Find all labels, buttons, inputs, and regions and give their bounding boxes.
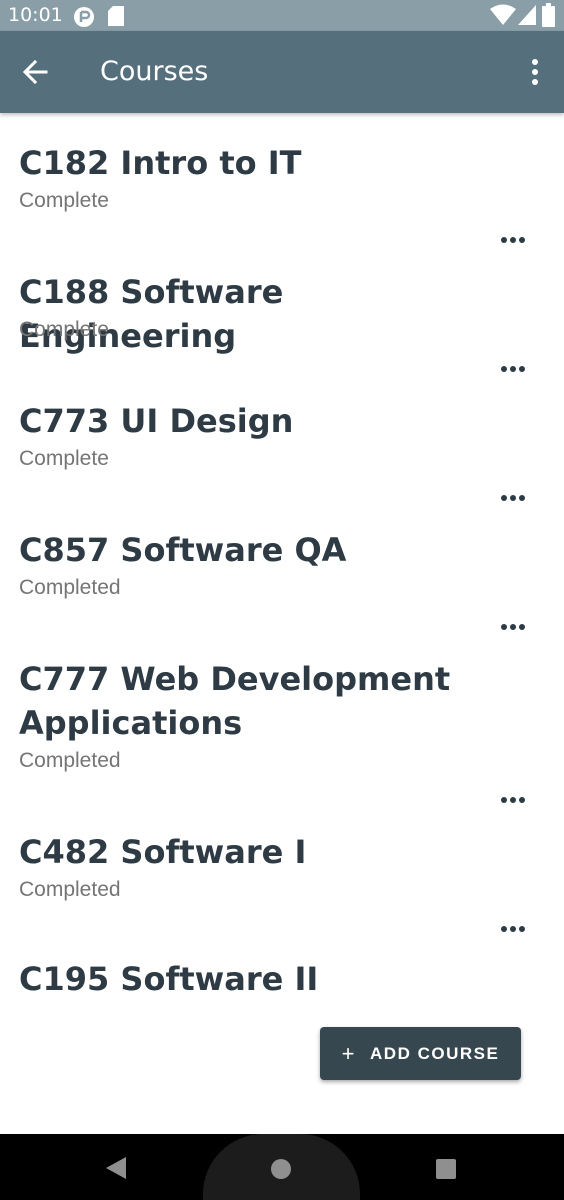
course-title: C195 Software II: [19, 960, 319, 998]
arrow-back-icon: [22, 59, 48, 85]
course-status: Completed: [19, 878, 121, 901]
sync-icon: [74, 7, 94, 27]
battery-icon: [542, 3, 555, 27]
more-vert-icon: [532, 59, 538, 85]
wifi-icon: [490, 4, 516, 25]
course-more-button[interactable]: [499, 233, 527, 247]
course-status: Complete: [19, 189, 109, 212]
nav-back-button[interactable]: [104, 1156, 128, 1185]
back-triangle-icon: [106, 1157, 126, 1179]
course-status: Completed: [19, 576, 121, 599]
more-horiz-icon: [501, 237, 525, 243]
course-more-button[interactable]: [499, 922, 527, 936]
nav-recents-button[interactable]: [436, 1159, 456, 1184]
signal-icon: [518, 5, 536, 25]
page-title: Courses: [100, 56, 209, 87]
more-horiz-icon: [501, 797, 525, 803]
system-nav-bar: [0, 1134, 564, 1200]
status-bar: 10:01: [0, 0, 564, 31]
add-course-label: ADD COURSE: [370, 1043, 500, 1063]
course-title: C857 Software QA: [19, 531, 347, 569]
course-title: C777 Web Development Applications: [19, 660, 451, 742]
more-horiz-icon: [501, 366, 525, 372]
course-title: C182 Intro to IT: [19, 144, 302, 182]
more-horiz-icon: [501, 495, 525, 501]
course-status: Completed: [19, 749, 121, 772]
more-horiz-icon: [501, 624, 525, 630]
status-time: 10:01: [8, 4, 63, 26]
course-more-button[interactable]: [499, 620, 527, 634]
course-title: C773 UI Design: [19, 402, 294, 440]
course-more-button[interactable]: [499, 362, 527, 376]
back-button[interactable]: [18, 54, 54, 90]
app-bar: Courses: [0, 31, 564, 113]
more-horiz-icon: [501, 926, 525, 932]
plus-icon: +: [341, 1040, 357, 1066]
home-circle-icon: [271, 1159, 291, 1179]
course-more-button[interactable]: [499, 491, 527, 505]
overflow-menu-button[interactable]: [523, 55, 547, 91]
recents-square-icon: [436, 1159, 456, 1179]
course-more-button[interactable]: [499, 793, 527, 807]
course-status: Complete: [19, 318, 109, 341]
course-list[interactable]: C182 Intro to IT Complete C188 Software …: [0, 113, 564, 1134]
course-status: Complete: [19, 447, 109, 470]
course-title: C188 Software Engineering: [19, 273, 284, 355]
nav-home-button[interactable]: [270, 1158, 292, 1185]
add-course-button[interactable]: + ADD COURSE: [320, 1027, 521, 1080]
sd-card-icon: [108, 6, 124, 26]
course-title: C482 Software I: [19, 833, 307, 871]
